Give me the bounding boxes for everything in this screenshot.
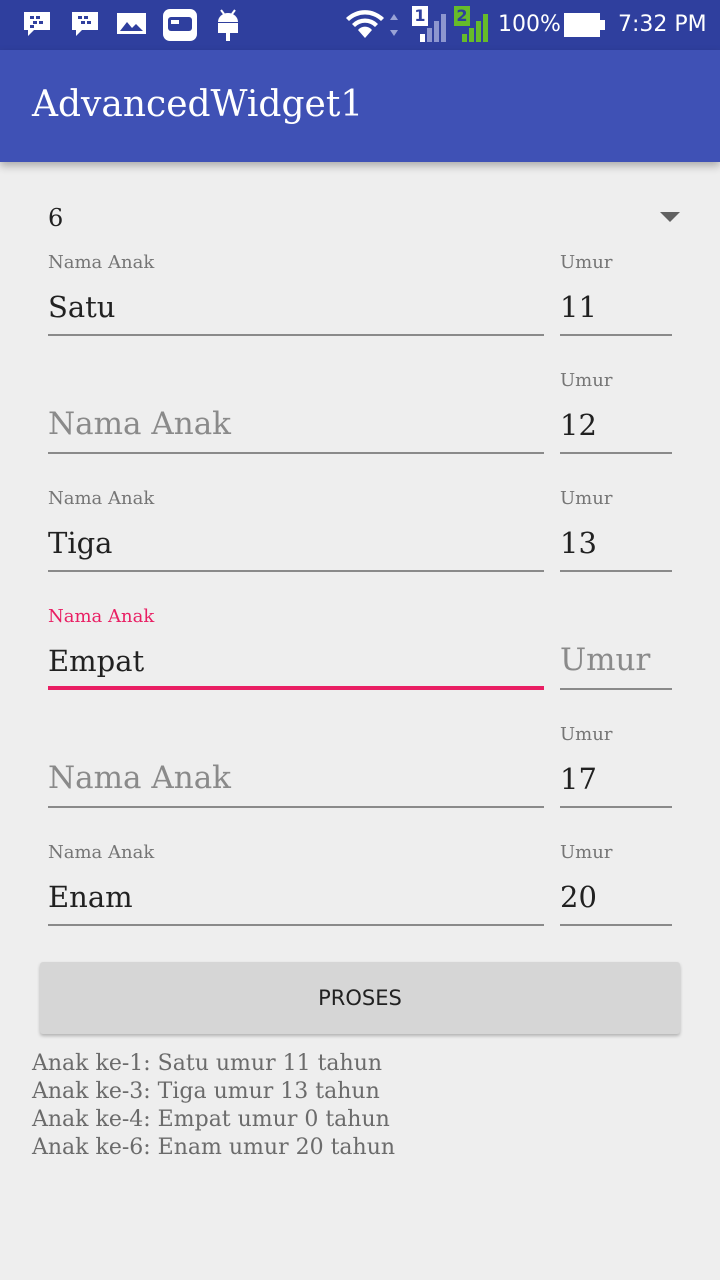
child-age-field[interactable]: Umur 20 bbox=[560, 842, 672, 942]
child-age-label: Umur bbox=[560, 842, 613, 863]
child-age-field[interactable]: Umur 11 bbox=[560, 252, 672, 352]
game-app-icon bbox=[163, 9, 197, 41]
signal-sim2-icon: 2 bbox=[450, 6, 490, 44]
field-underline bbox=[48, 334, 544, 336]
child-name-field[interactable]: Nama Anak bbox=[48, 370, 544, 470]
child-age-label: Umur bbox=[560, 252, 613, 273]
child-row-3: Nama Anak Tiga Umur 13 bbox=[48, 488, 672, 606]
field-underline bbox=[48, 806, 544, 808]
field-underline bbox=[560, 452, 672, 454]
child-name-label: Nama Anak bbox=[48, 842, 155, 863]
child-name-field[interactable]: Nama Anak Satu bbox=[48, 252, 544, 352]
child-age-label: Umur bbox=[560, 488, 613, 509]
child-name-value: Satu bbox=[48, 290, 116, 324]
child-age-field[interactable]: Umur 17 bbox=[560, 724, 672, 824]
dropdown-arrow-icon bbox=[660, 212, 680, 222]
child-row-5: Nama Anak Umur 17 bbox=[48, 724, 672, 842]
field-underline bbox=[560, 924, 672, 926]
status-bar: 1 2 100% 7:32 PM bbox=[0, 0, 720, 50]
child-age-field[interactable]: Umur 13 bbox=[560, 488, 672, 588]
result-line: Anak ke-6: Enam umur 20 tahun bbox=[32, 1135, 396, 1160]
child-name-label: Nama Anak bbox=[48, 606, 155, 627]
battery-icon bbox=[564, 13, 605, 37]
field-underline bbox=[48, 924, 544, 926]
child-age-field[interactable]: Umur 12 bbox=[560, 370, 672, 470]
android-debug-icon bbox=[218, 9, 238, 41]
result-line: Anak ke-4: Empat umur 0 tahun bbox=[32, 1107, 390, 1132]
field-underline bbox=[48, 452, 544, 454]
bbm-icon bbox=[72, 12, 98, 36]
child-age-label: Umur bbox=[560, 724, 613, 745]
signal-sim1-icon: 1 bbox=[408, 6, 448, 44]
child-name-value: Empat bbox=[48, 644, 145, 678]
clock: 7:32 PM bbox=[618, 12, 707, 37]
child-age-value: 12 bbox=[560, 408, 597, 442]
battery-percent: 100% bbox=[498, 12, 561, 37]
child-age-label: Umur bbox=[560, 370, 613, 391]
child-row-1: Nama Anak Satu Umur 11 bbox=[48, 252, 672, 370]
child-age-value: 13 bbox=[560, 526, 597, 560]
child-name-value: Enam bbox=[48, 880, 133, 914]
results-text: Anak ke-1: Satu umur 11 tahun Anak ke-3:… bbox=[32, 1050, 395, 1162]
result-line: Anak ke-3: Tiga umur 13 tahun bbox=[32, 1079, 380, 1104]
child-age-placeholder: Umur bbox=[560, 642, 651, 678]
field-underline bbox=[560, 334, 672, 336]
proses-button[interactable]: PROSES bbox=[40, 962, 680, 1034]
child-row-6: Nama Anak Enam Umur 20 bbox=[48, 842, 672, 960]
spinner-selected-value: 6 bbox=[48, 204, 64, 232]
field-underline bbox=[560, 570, 672, 572]
field-underline bbox=[560, 688, 672, 690]
child-name-field[interactable]: Nama Anak Tiga bbox=[48, 488, 544, 588]
gallery-icon bbox=[117, 13, 146, 34]
result-line: Anak ke-1: Satu umur 11 tahun bbox=[32, 1051, 383, 1076]
child-name-field[interactable]: Nama Anak bbox=[48, 724, 544, 824]
field-underline bbox=[48, 570, 544, 572]
bbm-chat-icon bbox=[24, 12, 50, 36]
child-name-value: Tiga bbox=[48, 526, 113, 560]
child-count-spinner[interactable]: 6 bbox=[48, 196, 680, 244]
child-row-2: Nama Anak Umur 12 bbox=[48, 370, 672, 488]
child-age-value: 11 bbox=[560, 290, 597, 324]
child-name-placeholder: Nama Anak bbox=[48, 760, 231, 796]
child-name-label: Nama Anak bbox=[48, 488, 155, 509]
child-age-value: 20 bbox=[560, 880, 597, 914]
field-underline-focused bbox=[48, 686, 544, 690]
child-age-field[interactable]: Umur bbox=[560, 606, 672, 706]
child-name-placeholder: Nama Anak bbox=[48, 406, 231, 442]
app-title: AdvancedWidget1 bbox=[32, 84, 364, 125]
child-age-value: 17 bbox=[560, 762, 597, 796]
child-name-field[interactable]: Nama Anak Enam bbox=[48, 842, 544, 942]
child-name-label: Nama Anak bbox=[48, 252, 155, 273]
field-underline bbox=[560, 806, 672, 808]
child-name-field-focused[interactable]: Nama Anak Empat bbox=[48, 606, 544, 706]
app-bar: AdvancedWidget1 bbox=[0, 50, 720, 162]
wifi-icon bbox=[346, 10, 398, 38]
child-row-4: Nama Anak Empat Umur bbox=[48, 606, 672, 724]
